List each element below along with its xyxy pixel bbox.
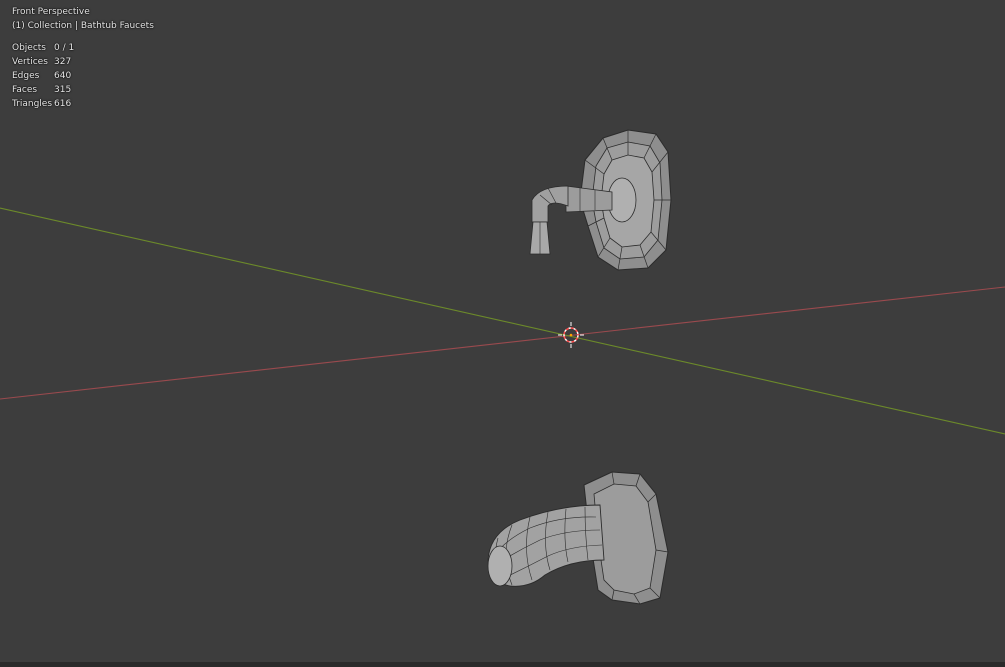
tub-spout-mesh[interactable]: [487, 471, 669, 605]
stat-row-vertices: Vertices 327: [12, 55, 154, 69]
stat-value: 0 / 1: [54, 43, 75, 53]
scene-statistics: Objects 0 / 1 Vertices 327 Edges 640 Fac…: [12, 41, 154, 111]
stat-label: Triangles: [12, 99, 53, 109]
stat-value: 616: [54, 99, 72, 109]
stat-row-objects: Objects 0 / 1: [12, 41, 154, 55]
stat-label: Faces: [12, 85, 38, 95]
collection-label: (1) Collection | Bathtub Faucets: [12, 21, 154, 31]
stat-label: Edges: [12, 71, 40, 81]
view-name-label: Front Perspective: [12, 7, 90, 17]
stat-value: 315: [54, 85, 72, 95]
viewport-info-overlay: Front Perspective (1) Collection | Batht…: [12, 5, 154, 111]
faucet-handle-mesh[interactable]: [529, 129, 672, 271]
stat-row-edges: Edges 640: [12, 69, 154, 83]
stat-label: Objects: [12, 43, 47, 53]
status-bar: [0, 662, 1005, 667]
stat-row-faces: Faces 315: [12, 83, 154, 97]
3d-viewport[interactable]: Front Perspective (1) Collection | Batht…: [0, 0, 1005, 667]
stat-value: 640: [54, 71, 72, 81]
stat-label: Vertices: [12, 57, 48, 67]
x-axis-line: [0, 286, 1005, 400]
stat-value: 327: [54, 57, 72, 67]
stat-row-triangles: Triangles 616: [12, 97, 154, 111]
y-axis-line: [0, 207, 1005, 435]
3d-cursor-icon[interactable]: [558, 322, 584, 348]
